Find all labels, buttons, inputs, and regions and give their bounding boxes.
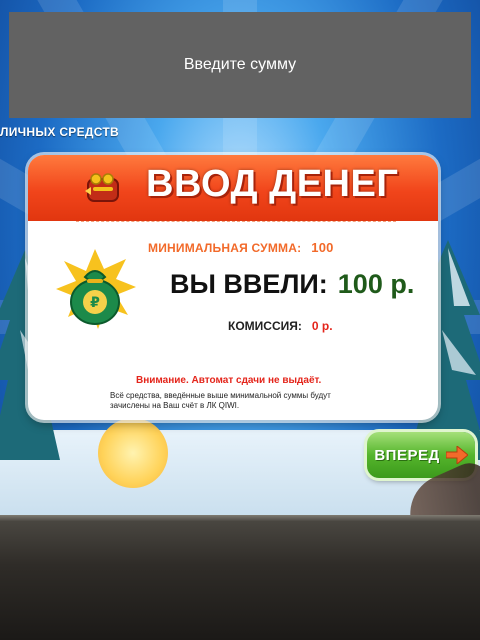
no-change-warning: Внимание. Автомат сдачи не выдаёт. [136, 375, 322, 386]
arrow-right-icon [445, 446, 468, 464]
min-amount-row: МИНИМАЛЬНАЯ СУММА: 100 [148, 240, 334, 255]
sun-decoration [98, 418, 168, 488]
terminal-screen: ЛИЧНЫХ СРЕДСТВ ВВОД ДЕНЕГ ₽ МИНИМАЛЬНАЯ … [0, 0, 480, 640]
money-bag-icon: ₽ [56, 249, 136, 329]
overpayment-note: Всё средства, введённые выше минимальной… [110, 391, 331, 410]
terminal-frame [0, 515, 480, 640]
min-amount-value: 100 [311, 240, 334, 255]
wallet-icon [85, 173, 119, 202]
entered-amount-value: 100 р. [337, 269, 415, 299]
terminal-frame-edge [0, 515, 480, 521]
min-amount-label: МИНИМАЛЬНАЯ СУММА: [148, 241, 302, 255]
enter-amount-bar: Введите сумму [9, 12, 471, 118]
header-divider [76, 221, 396, 222]
deposit-card: ВВОД ДЕНЕГ ₽ МИНИМАЛЬНАЯ СУММА: 100 ВЫ ВВ… [28, 155, 438, 420]
entered-amount-label: ВЫ ВВЕЛИ: [170, 269, 328, 299]
entered-amount-row: ВЫ ВВЕЛИ: 100 р. [170, 269, 414, 300]
fee-value: 0 р. [311, 319, 333, 333]
fee-label: КОМИССИЯ: [228, 319, 302, 333]
fee-row: КОМИССИЯ: 0 р. [228, 319, 333, 333]
card-title: ВВОД ДЕНЕГ [146, 163, 399, 205]
next-button-label: ВПЕРЕД [374, 446, 440, 464]
enter-amount-text: Введите сумму [183, 56, 297, 73]
background-edge-text: ЛИЧНЫХ СРЕДСТВ [0, 125, 120, 139]
svg-text:₽: ₽ [90, 295, 100, 311]
